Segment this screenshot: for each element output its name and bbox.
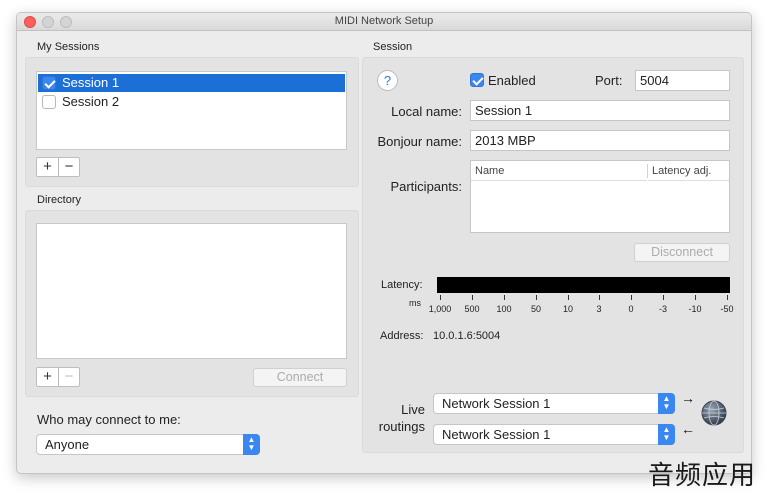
who-may-connect-popup[interactable]: Anyone ▲ ▼	[36, 434, 260, 455]
globe-icon	[701, 400, 727, 426]
address-value: 10.0.1.6:5004	[433, 330, 501, 342]
participants-label: Participants:	[390, 179, 462, 194]
midi-network-setup-window: MIDI Network Setup My Sessions Session 1…	[16, 12, 752, 474]
who-may-connect-value: Anyone	[45, 437, 90, 452]
directory-list[interactable]	[36, 223, 347, 359]
popup-arrows-icon: ▲ ▼	[243, 434, 260, 455]
latency-tick	[568, 295, 569, 300]
local-name-field[interactable]: Session 1	[470, 100, 730, 121]
routing-in-popup[interactable]: Network Session 1 ▲ ▼	[433, 424, 675, 445]
latency-tick-label: 10	[562, 304, 574, 314]
participants-table[interactable]: Name Latency adj.	[470, 160, 730, 233]
latency-tick	[440, 295, 441, 300]
latency-tick-label: -10	[688, 304, 702, 314]
latency-tick-label: 100	[496, 304, 512, 314]
local-name-label: Local name:	[391, 104, 462, 119]
column-header-latency-adj[interactable]: Latency adj.	[648, 161, 729, 181]
add-session-button[interactable]: +	[37, 158, 58, 176]
latency-tick-label: 0	[628, 304, 634, 314]
popup-arrows-icon: ▲ ▼	[658, 393, 675, 414]
live-routings-label-line2: routings	[378, 419, 425, 434]
help-button[interactable]: ?	[377, 70, 398, 91]
sessions-list[interactable]: Session 1 Session 2	[36, 71, 347, 150]
session-1-checkbox[interactable]	[42, 76, 56, 90]
arrow-right-icon: →	[681, 390, 695, 406]
watermark-text: 音频应用	[647, 461, 756, 491]
routing-in-value: Network Session 1	[442, 427, 551, 442]
popup-arrows-icon: ▲ ▼	[658, 424, 675, 445]
routing-out-popup[interactable]: Network Session 1 ▲ ▼	[433, 393, 675, 414]
latency-tick	[631, 295, 632, 300]
remove-session-button[interactable]: −	[58, 158, 79, 176]
latency-tick-label: 500	[464, 304, 480, 314]
column-header-name[interactable]: Name	[471, 161, 647, 181]
connect-button[interactable]: Connect	[253, 368, 347, 387]
bonjour-name-field[interactable]: 2013 MBP	[470, 130, 730, 151]
session-row-2[interactable]: Session 2	[38, 93, 345, 111]
latency-tick-label: 1,000	[428, 304, 452, 314]
directory-add-remove: + −	[36, 367, 80, 387]
latency-tick	[504, 295, 505, 300]
latency-meter	[437, 277, 730, 293]
latency-tick-label: 50	[530, 304, 542, 314]
latency-tick-label: -50	[720, 304, 734, 314]
session-1-label: Session 1	[62, 75, 120, 90]
directory-label: Directory	[37, 194, 82, 206]
latency-tick	[536, 295, 537, 300]
remove-directory-button[interactable]: −	[58, 368, 79, 386]
sessions-add-remove: + −	[36, 157, 80, 177]
add-directory-button[interactable]: +	[37, 368, 58, 386]
latency-tick	[727, 295, 728, 300]
arrow-left-icon: ←	[681, 421, 695, 437]
who-may-connect-label: Who may connect to me:	[37, 412, 181, 427]
title-bar: MIDI Network Setup	[17, 13, 751, 31]
latency-label: Latency:	[381, 279, 423, 291]
latency-tick	[695, 295, 696, 300]
live-routings-label-line1: Live	[401, 402, 425, 417]
session-2-checkbox[interactable]	[42, 95, 56, 109]
latency-tick-label: -3	[658, 304, 668, 314]
latency-tick	[663, 295, 664, 300]
disconnect-button[interactable]: Disconnect	[634, 243, 730, 262]
session-row-1[interactable]: Session 1	[38, 74, 345, 92]
window-title: MIDI Network Setup	[334, 15, 434, 27]
enabled-label: Enabled	[488, 73, 536, 88]
port-label: Port:	[595, 73, 623, 88]
ms-label: ms	[409, 298, 421, 308]
latency-tick	[599, 295, 600, 300]
address-label: Address:	[380, 330, 424, 342]
latency-tick	[472, 295, 473, 300]
port-field[interactable]: 5004	[635, 70, 730, 91]
routing-out-value: Network Session 1	[442, 396, 551, 411]
session-2-label: Session 2	[62, 94, 120, 109]
bonjour-name-label: Bonjour name:	[377, 134, 462, 149]
my-sessions-label: My Sessions	[37, 41, 100, 53]
session-section-label: Session	[373, 41, 413, 53]
enabled-checkbox[interactable]	[470, 73, 484, 87]
latency-tick-label: 3	[596, 304, 602, 314]
